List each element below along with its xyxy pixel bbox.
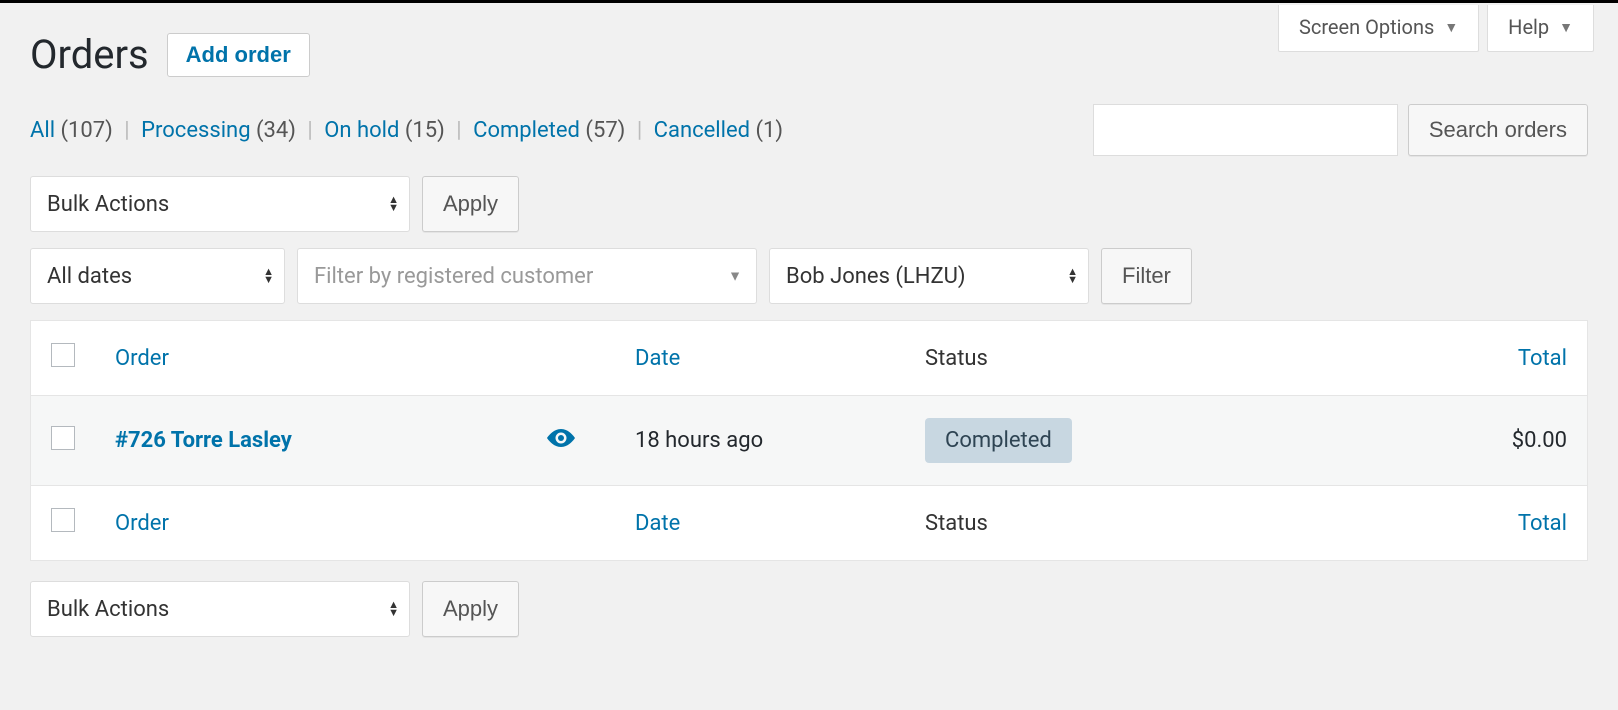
col-status: Status: [925, 346, 988, 371]
bulk-actions-select-bottom[interactable]: Bulk Actions ▲▼: [30, 581, 410, 637]
bulk-actions-label-bottom: Bulk Actions: [47, 597, 169, 622]
help-label: Help: [1508, 15, 1549, 39]
filter-button[interactable]: Filter: [1101, 248, 1192, 304]
status-filter-list: All (107) | Processing (34) | On hold (1…: [30, 118, 783, 143]
filter-processing[interactable]: Processing: [141, 118, 250, 143]
screen-options-label: Screen Options: [1299, 15, 1434, 39]
order-date: 18 hours ago: [635, 428, 763, 453]
select-updown-icon: ▲▼: [388, 196, 399, 212]
chevron-down-icon: ▼: [728, 268, 742, 285]
col-order[interactable]: Order: [115, 346, 169, 371]
apply-bulk-button[interactable]: Apply: [422, 176, 519, 232]
customer-filter-placeholder: Filter by registered customer: [314, 264, 593, 289]
screen-options-tab[interactable]: Screen Options ▼: [1278, 5, 1479, 52]
select-updown-icon: ▲▼: [1067, 268, 1078, 284]
apply-bulk-button-bottom[interactable]: Apply: [422, 581, 519, 637]
order-link[interactable]: #726 Torre Lasley: [115, 428, 292, 453]
search-button[interactable]: Search orders: [1408, 104, 1588, 156]
preview-eye-icon[interactable]: [547, 428, 575, 453]
table-row[interactable]: #726 Torre Lasley 18 hours ago Completed…: [31, 396, 1588, 486]
chevron-down-icon: ▼: [1559, 19, 1573, 36]
help-tab[interactable]: Help ▼: [1487, 5, 1594, 52]
page-title: Orders: [30, 31, 149, 78]
filter-all-count: (107): [61, 118, 113, 143]
order-total: $0.00: [1512, 428, 1567, 453]
filter-completed-count: (57): [585, 118, 625, 143]
customer-filter-select[interactable]: Filter by registered customer ▼: [297, 248, 757, 304]
filter-onhold-count: (15): [405, 118, 445, 143]
col-status-footer: Status: [925, 511, 988, 536]
add-order-button[interactable]: Add order: [167, 33, 310, 77]
search-input[interactable]: [1093, 104, 1398, 156]
filter-all[interactable]: All: [30, 118, 55, 143]
bulk-actions-label: Bulk Actions: [47, 192, 169, 217]
filter-cancelled[interactable]: Cancelled: [654, 118, 750, 143]
select-all-checkbox-footer[interactable]: [51, 508, 75, 532]
client-filter-label: Bob Jones (LHZU): [786, 264, 966, 289]
col-order-footer[interactable]: Order: [115, 511, 169, 536]
bulk-actions-select[interactable]: Bulk Actions ▲▼: [30, 176, 410, 232]
status-badge: Completed: [925, 418, 1072, 463]
chevron-down-icon: ▼: [1444, 19, 1458, 36]
col-total[interactable]: Total: [1518, 346, 1567, 371]
col-date-footer[interactable]: Date: [635, 511, 680, 536]
row-checkbox[interactable]: [51, 426, 75, 450]
col-total-footer[interactable]: Total: [1518, 511, 1567, 536]
select-all-checkbox[interactable]: [51, 343, 75, 367]
filter-cancelled-count: (1): [756, 118, 784, 143]
date-filter-label: All dates: [47, 264, 132, 289]
date-filter-select[interactable]: All dates ▲▼: [30, 248, 285, 304]
filter-processing-count: (34): [256, 118, 296, 143]
client-filter-select[interactable]: Bob Jones (LHZU) ▲▼: [769, 248, 1089, 304]
filter-completed[interactable]: Completed: [473, 118, 580, 143]
select-updown-icon: ▲▼: [388, 601, 399, 617]
orders-table: Order Date Status Total #726 Torre Lasle…: [30, 320, 1588, 561]
filter-onhold[interactable]: On hold: [324, 118, 399, 143]
select-updown-icon: ▲▼: [263, 268, 274, 284]
col-date[interactable]: Date: [635, 346, 680, 371]
